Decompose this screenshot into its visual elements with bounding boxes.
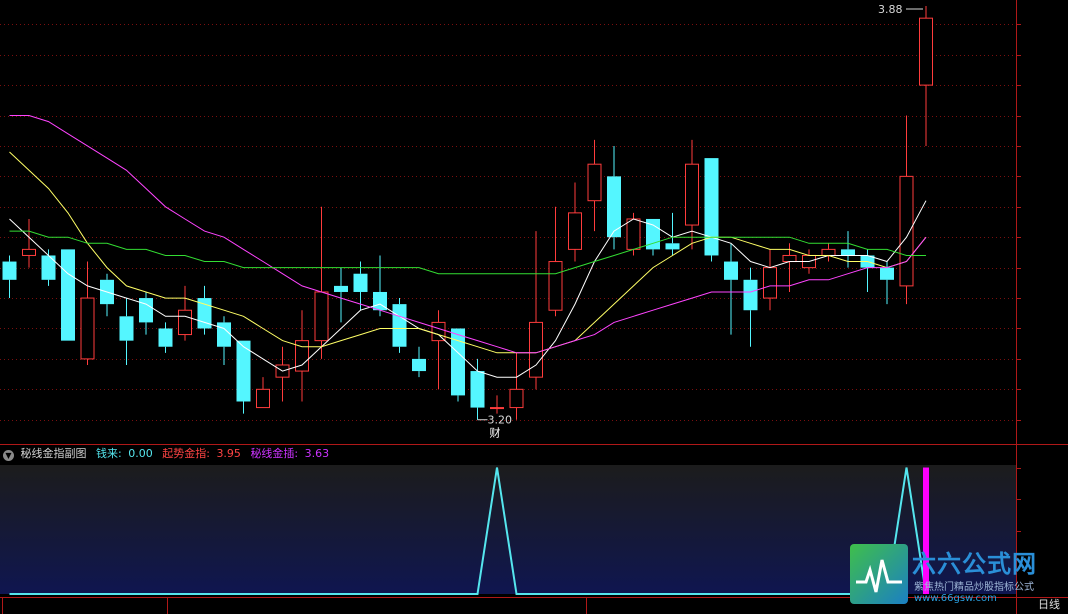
candle-body xyxy=(568,212,582,250)
candle-body xyxy=(490,407,504,410)
legend-value-qianlai: 0.00 xyxy=(128,447,153,460)
stock-chart: 3.88 3.20 财 xyxy=(0,0,1068,614)
candle-body xyxy=(880,267,894,280)
candle-body xyxy=(178,309,192,336)
candle-body xyxy=(412,358,426,372)
watermark-logo-icon xyxy=(850,544,908,604)
legend-label-mixian: 秘线金插: xyxy=(250,447,299,460)
candle-body xyxy=(80,297,95,360)
candle-body xyxy=(451,328,465,396)
legend-label-qishi: 起势金指: xyxy=(162,447,210,460)
chart-frame xyxy=(0,0,1068,614)
candle-body xyxy=(431,321,446,342)
indicator-title-bar: ▼ 秘线金指副图 钱来: 0.00 起势金指: 3.95 秘线金插: 3.63 xyxy=(3,445,329,463)
candle-body xyxy=(509,388,524,409)
candle-body xyxy=(217,322,231,347)
candle-body xyxy=(334,285,348,292)
legend-value-qishi: 3.95 xyxy=(216,447,241,460)
candle-body xyxy=(724,261,738,280)
candle-body xyxy=(548,261,563,311)
candle-body xyxy=(2,261,17,280)
candle-body xyxy=(685,163,699,226)
candle-body xyxy=(353,273,368,292)
event-label: 财 xyxy=(490,426,501,440)
indicator-name[interactable]: 秘线金指副图 xyxy=(21,447,87,460)
candle-body xyxy=(919,17,933,86)
low-price-label: 3.20 xyxy=(488,414,513,427)
watermark-site-name: 六六公式网 xyxy=(912,550,1037,578)
candle-body xyxy=(314,291,329,342)
legend-value-mixian: 3.63 xyxy=(304,447,330,460)
candle-body xyxy=(704,158,719,256)
chevron-down-icon[interactable]: ▼ xyxy=(3,450,14,461)
candle-body xyxy=(61,249,75,341)
candle-body xyxy=(821,248,836,256)
candle-body xyxy=(22,248,36,256)
candle-body xyxy=(529,321,543,378)
candle-body xyxy=(139,298,153,323)
candle-body xyxy=(763,267,777,299)
candle-body xyxy=(665,243,680,250)
candle-body xyxy=(743,279,758,311)
high-price-label: 3.88 xyxy=(878,3,903,16)
period-tab-daily[interactable]: 日线 xyxy=(1038,596,1060,612)
watermark-url: www.66gsw.com xyxy=(914,593,997,604)
candle-body xyxy=(392,304,407,347)
candle-body xyxy=(119,316,134,341)
candle-body xyxy=(41,255,56,280)
candle-body xyxy=(899,175,914,287)
candle-body xyxy=(470,371,485,408)
watermark-tagline: 紫焦热门精品炒股指标公式 xyxy=(914,582,1034,593)
candle-body xyxy=(782,254,797,263)
candle-body xyxy=(158,328,173,347)
watermark: 六六公式网 紫焦热门精品炒股指标公式 www.66gsw.com xyxy=(850,544,1060,608)
candle-body xyxy=(256,388,270,409)
legend-label-qianlai: 钱来: xyxy=(96,447,122,460)
candle-body xyxy=(626,218,641,250)
candle-body xyxy=(841,249,855,256)
candle-body xyxy=(587,163,602,202)
